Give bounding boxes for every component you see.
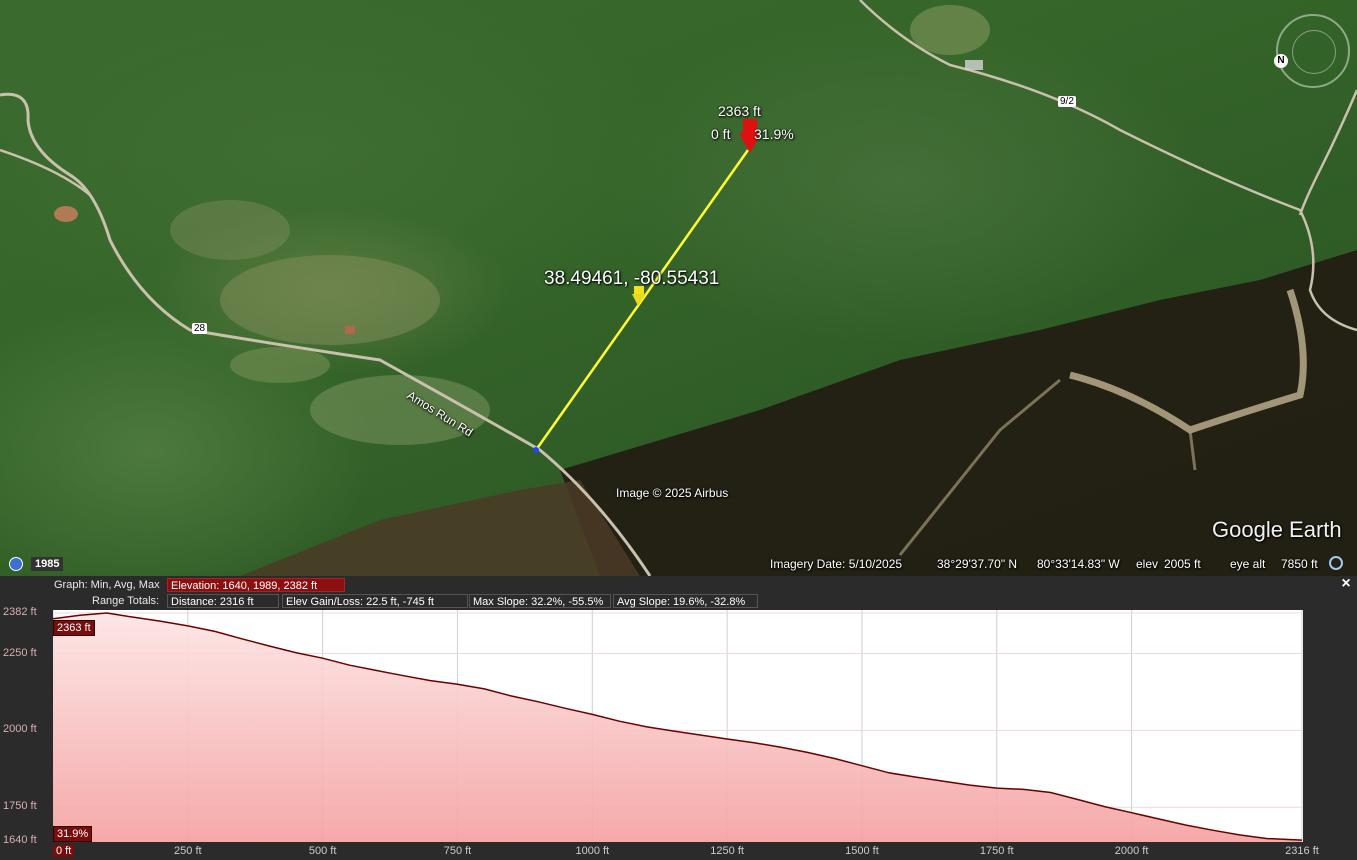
x-tick-label: 500 ft (308, 845, 337, 857)
latitude-readout: 38°29'37.70" N (937, 557, 1018, 571)
x-tick-label: 1500 ft (845, 845, 879, 857)
graph-label: Graph: Min, Avg, Max (54, 579, 160, 591)
status-bar: Imagery Date: 5/10/2025 38°29'37.70" N 8… (0, 555, 1357, 576)
y-tick-label: 1750 ft (3, 800, 37, 813)
x-tick-label: 0 ft (53, 845, 75, 857)
distance-stat: Distance: 2316 ft (167, 594, 279, 608)
navigation-compass[interactable]: N (1274, 14, 1350, 88)
imagery-attribution: Image © 2025 Airbus (616, 486, 729, 500)
y-tick-label: 2000 ft (3, 723, 37, 736)
profile-slope-tag: 31.9% (53, 826, 93, 842)
longitude-readout: 80°33'14.83" W (1037, 557, 1120, 571)
range-totals-label: Range Totals: (92, 595, 160, 607)
x-tick-label: 250 ft (174, 845, 202, 857)
max-slope-stat: Max Slope: 32.2%, -55.5% (469, 594, 611, 608)
x-tick-label: 1750 ft (979, 845, 1014, 857)
x-tick-label: 2316 ft (1285, 845, 1319, 857)
eye-alt-label: eye alt (1230, 557, 1266, 571)
route-shield-28: 28 (192, 323, 208, 334)
marker-distance-label: 0 ft (711, 126, 731, 142)
eye-alt-value: 7850 ft (1281, 557, 1318, 571)
elev-value: 2005 ft (1164, 557, 1201, 571)
satellite-map-view[interactable]: 2363 ft 0 ft 31.9% 38.49461, -80.55431 A… (0, 0, 1357, 576)
placemark-coordinates-label[interactable]: 38.49461, -80.55431 (544, 268, 719, 290)
x-tick-label: 750 ft (443, 845, 472, 857)
x-tick-label: 1000 ft (575, 845, 610, 857)
y-tick-label: 2382 ft (3, 606, 37, 618)
marker-slope-label: 31.9% (754, 126, 794, 142)
route-shield-9-2: 9/2 (1058, 96, 1076, 107)
elevation-profile-svg[interactable] (53, 610, 1303, 842)
loading-status-icon (1329, 556, 1343, 570)
y-tick-label: 1640 ft (3, 834, 37, 846)
imagery-date: Imagery Date: 5/10/2025 (770, 557, 903, 571)
marker-elevation-label: 2363 ft (718, 103, 761, 119)
google-earth-logo: Google Earth (1212, 517, 1342, 542)
gain-loss-stat: Elev Gain/Loss: 22.5 ft, -745 ft (282, 594, 468, 608)
avg-slope-stat: Avg Slope: 19.6%, -32.8% (613, 594, 758, 608)
elevation-profile-chart[interactable] (53, 610, 1303, 842)
x-tick-label: 2000 ft (1114, 845, 1149, 857)
profile-top-tag: 2363 ft (53, 620, 95, 636)
close-profile-button[interactable]: × (1339, 576, 1353, 592)
compass-north-icon[interactable]: N (1274, 54, 1288, 68)
y-tick-label: 2250 ft (3, 646, 37, 659)
x-tick-label: 1250 ft (710, 845, 744, 857)
elev-label: elev (1136, 557, 1159, 571)
elevation-stat: Elevation: 1640, 1989, 2382 ft (167, 578, 345, 592)
